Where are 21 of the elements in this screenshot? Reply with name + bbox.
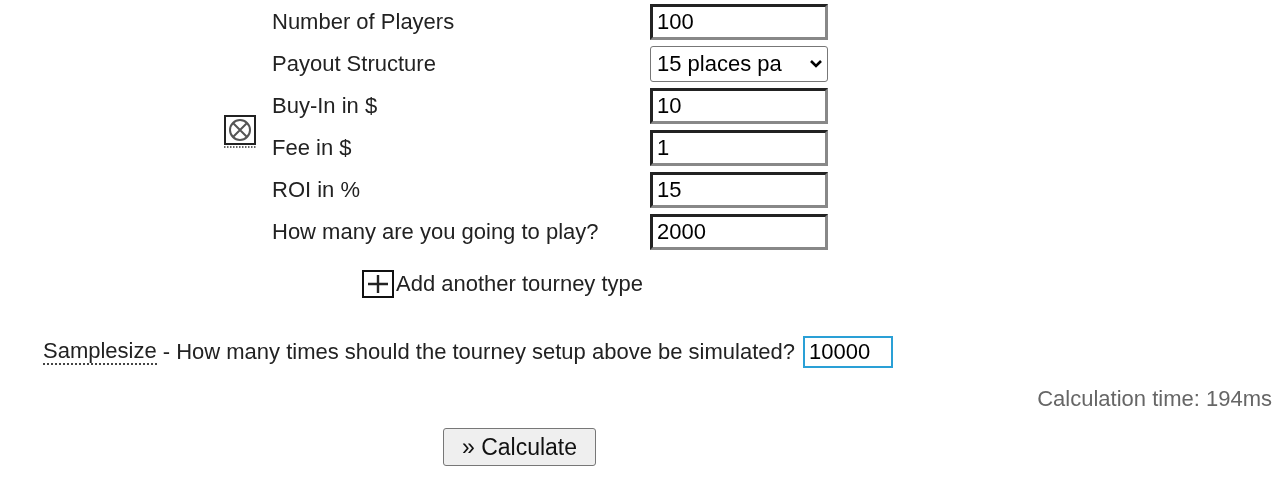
input-field[interactable]: 1: [650, 130, 828, 166]
field-label: Payout Structure: [272, 50, 437, 78]
plus-icon[interactable]: [362, 270, 394, 298]
field-label: How many are you going to play?: [272, 218, 600, 246]
remove-icon[interactable]: [224, 114, 256, 148]
payout-dropdown[interactable]: 15 places pa: [650, 46, 828, 82]
add-tourney-link[interactable]: Add another tourney type: [396, 271, 644, 297]
field-label: Buy-In in $: [272, 92, 379, 120]
input-field[interactable]: 10: [650, 88, 828, 124]
calculation-time: Calculation time: 194ms: [1037, 386, 1272, 412]
field-label: ROI in %: [272, 176, 362, 204]
calculate-button[interactable]: » Calculate: [443, 428, 596, 466]
chevron-down-icon: [809, 59, 823, 69]
field-label: Fee in $: [272, 134, 353, 162]
samplesize-question: - How many times should the tourney setup above be simulated?: [162, 339, 795, 365]
field-label: Number of Players: [272, 8, 456, 36]
samplesize-term: Samplesize: [43, 339, 157, 365]
input-field[interactable]: 100: [650, 4, 828, 40]
input-field[interactable]: 2000: [650, 214, 828, 250]
samplesize-field[interactable]: 10000: [802, 336, 893, 368]
input-field[interactable]: 15: [650, 172, 828, 208]
